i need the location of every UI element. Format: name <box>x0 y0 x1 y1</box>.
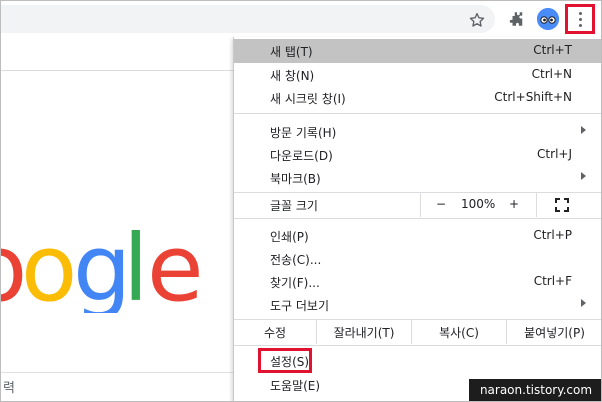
menu-item-label: 새 탭(T) <box>270 45 313 59</box>
address-bar[interactable] <box>1 5 495 33</box>
profile-avatar[interactable] <box>537 8 559 30</box>
cut-button[interactable]: 잘라내기(T) <box>317 320 411 344</box>
zoom-divider <box>420 193 421 217</box>
zoom-level: 100% <box>461 197 496 211</box>
watermark: naraon.tistory.com <box>469 379 601 401</box>
logo-letter: o <box>21 223 77 313</box>
edit-label: 수정 <box>263 325 287 340</box>
copy-button[interactable]: 복사(C) <box>412 320 506 344</box>
menu-item-bookmarks[interactable]: 북마크(B) <box>234 166 601 190</box>
menu-item-shortcut: Ctrl+P <box>533 228 572 242</box>
submenu-arrow-icon <box>581 299 586 307</box>
google-logo: o o g l e <box>1 223 233 313</box>
bookmark-star-button[interactable] <box>465 8 489 32</box>
menu-separator <box>234 345 601 346</box>
logo-letter: l <box>123 223 149 313</box>
browser-window: o o g l e 력 새 탭(T) Ctrl+T 새 창(N) Ctrl+N … <box>0 0 602 402</box>
menu-separator <box>234 218 601 219</box>
menu-item-print[interactable]: 인쇄(P) Ctrl+P <box>234 224 601 248</box>
fullscreen-icon <box>555 198 569 212</box>
zoom-in-button[interactable]: + <box>509 197 519 211</box>
chrome-main-menu: 새 탭(T) Ctrl+T 새 창(N) Ctrl+N 새 시크릿 창(I) C… <box>233 37 601 401</box>
page-divider <box>1 70 233 71</box>
menu-item-label: 도움말(E) <box>270 379 321 393</box>
submenu-arrow-icon <box>581 172 586 180</box>
fullscreen-button[interactable] <box>552 193 572 217</box>
submenu-arrow-icon <box>581 126 586 134</box>
menu-item-label: 새 창(N) <box>270 69 315 83</box>
paste-button[interactable]: 붙여넣기(P) <box>507 320 601 344</box>
menu-item-cast[interactable]: 전송(C)... <box>234 247 601 271</box>
menu-item-shortcut: Ctrl+N <box>531 67 572 81</box>
zoom-out-button[interactable]: − <box>436 197 446 211</box>
menu-item-label: 새 시크릿 창(I) <box>270 92 346 106</box>
menu-item-label: 도구 더보기 <box>270 299 330 313</box>
logo-letter: e <box>147 223 204 313</box>
menu-item-find[interactable]: 찾기(F)... Ctrl+F <box>234 270 601 294</box>
menu-item-label: 북마크(B) <box>270 172 321 186</box>
menu-item-history[interactable]: 방문 기록(H) <box>234 120 601 144</box>
browser-toolbar <box>1 1 601 37</box>
puzzle-icon <box>509 12 523 26</box>
menu-separator <box>234 113 601 114</box>
chrome-menu-button[interactable] <box>565 4 595 34</box>
menu-item-more-tools[interactable]: 도구 더보기 <box>234 293 601 317</box>
zoom-row: 글꼴 크기 − 100% + <box>234 193 601 217</box>
menu-item-shortcut: Ctrl+T <box>533 43 572 57</box>
menu-item-label: 전송(C)... <box>270 253 322 267</box>
menu-item-shortcut: Ctrl+Shift+N <box>494 90 572 104</box>
logo-letter: g <box>73 223 131 313</box>
menu-item-new-incognito[interactable]: 새 시크릿 창(I) Ctrl+Shift+N <box>234 86 601 110</box>
kebab-menu-icon <box>568 7 592 31</box>
menu-item-new-tab[interactable]: 새 탭(T) Ctrl+T <box>234 39 601 63</box>
settings-highlight-box <box>258 348 312 373</box>
menu-item-downloads[interactable]: 다운로드(D) Ctrl+J <box>234 143 601 167</box>
search-box[interactable]: 력 <box>1 372 233 401</box>
menu-item-label: 인쇄(P) <box>270 230 309 244</box>
edit-row: 수정 잘라내기(T) 복사(C) 붙여넣기(P) <box>234 320 601 344</box>
zoom-divider <box>536 193 537 217</box>
menu-item-label: 다운로드(D) <box>270 149 333 163</box>
menu-item-shortcut: Ctrl+J <box>537 147 572 161</box>
menu-item-label: 찾기(F)... <box>270 276 320 290</box>
menu-item-label: 방문 기록(H) <box>270 126 337 140</box>
star-icon <box>469 12 485 27</box>
extensions-button[interactable] <box>505 7 529 31</box>
profile-avatar-icon <box>537 8 559 30</box>
zoom-label: 글꼴 크기 <box>270 199 318 213</box>
menu-item-shortcut: Ctrl+F <box>533 274 572 288</box>
menu-item-new-window[interactable]: 새 창(N) Ctrl+N <box>234 63 601 87</box>
search-placeholder: 력 <box>3 381 15 396</box>
